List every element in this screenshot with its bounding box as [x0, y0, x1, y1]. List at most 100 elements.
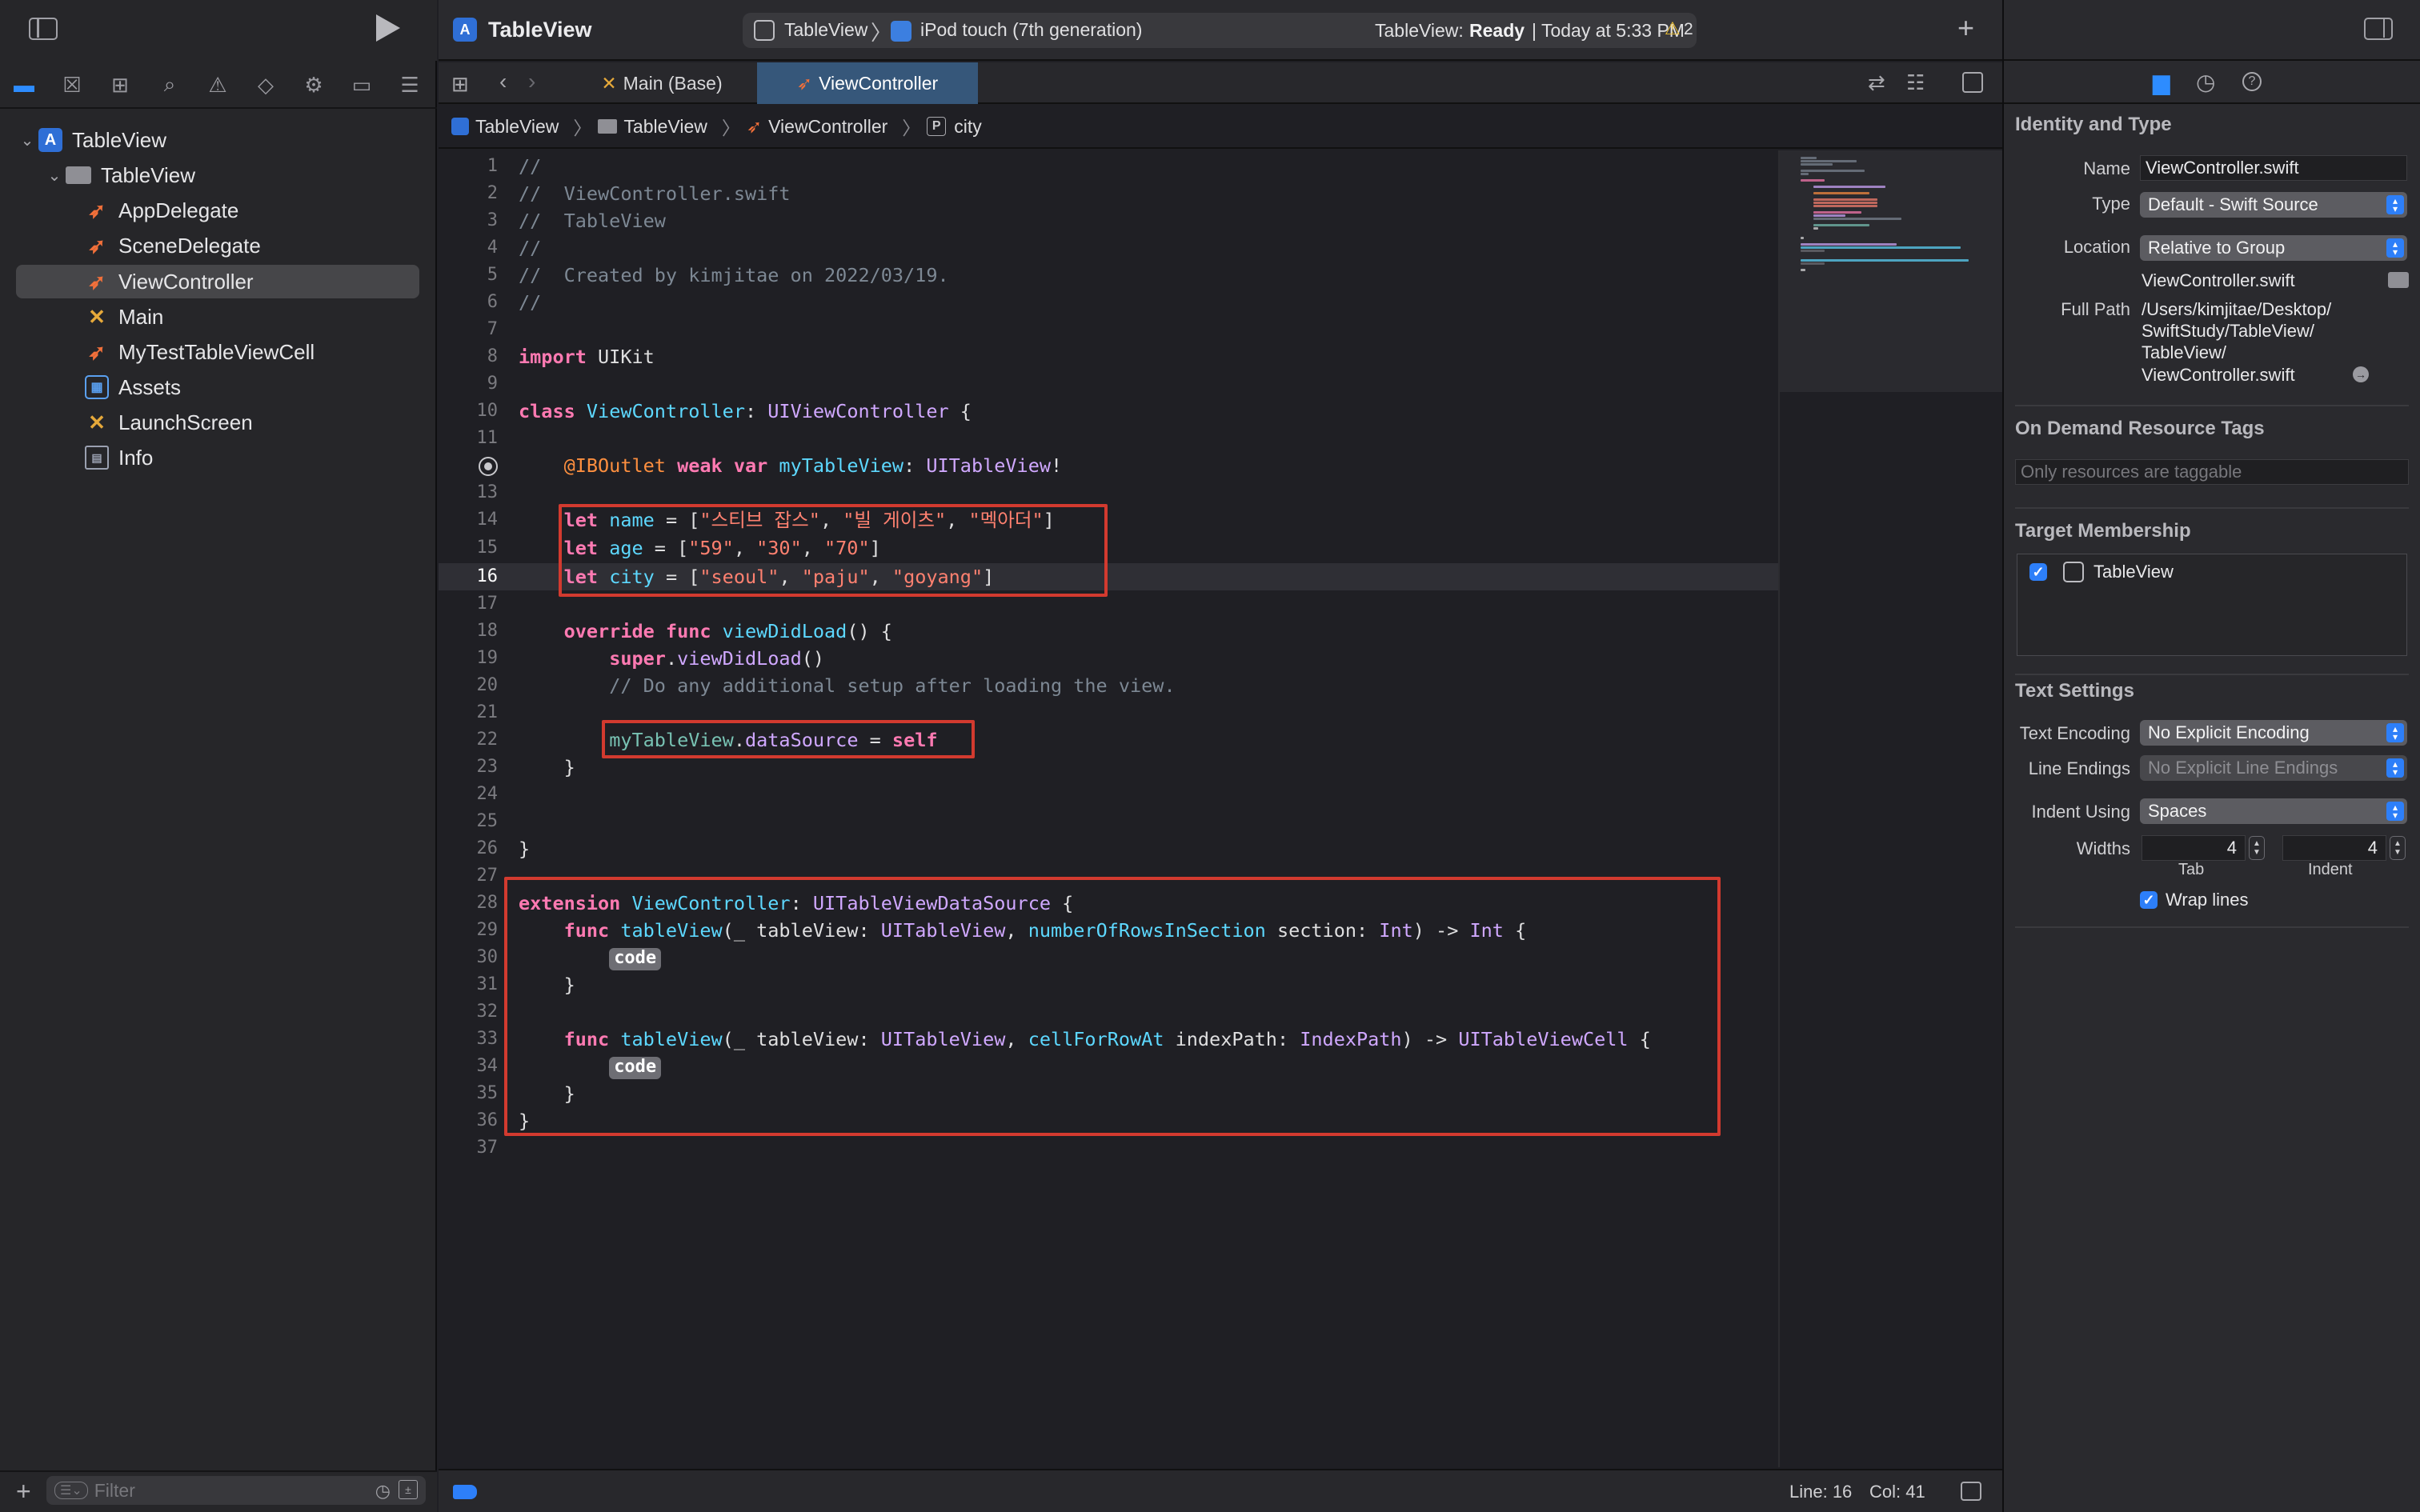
line-number[interactable]: 29	[439, 917, 499, 944]
line-number[interactable]: 28	[439, 890, 499, 917]
name-field[interactable]: ViewController.swift	[2140, 155, 2407, 181]
filter-field[interactable]: ☰⌄ Filter ◷ ±	[46, 1476, 426, 1505]
disclosure-open-icon[interactable]: ⌄	[16, 130, 38, 150]
navigator-item-file[interactable]: ➶ MyTestTableViewCell	[16, 335, 419, 369]
tab-width-stepper[interactable]: ▲ ▼	[2249, 836, 2265, 860]
scm-filter-icon[interactable]: ±	[399, 1480, 418, 1499]
line-number[interactable]: 5	[439, 262, 498, 289]
debug-navigator-icon[interactable]: ⚙	[299, 70, 328, 99]
add-icon[interactable]: +	[16, 1477, 31, 1506]
debug-area-toggle-icon[interactable]	[1961, 1482, 1981, 1501]
history-inspector-clock-icon[interactable]: ◷	[2196, 69, 2215, 95]
line-number[interactable]: 8	[439, 343, 498, 370]
reveal-in-finder-arrow-icon[interactable]: →	[2353, 366, 2369, 382]
line-number[interactable]: 18	[439, 618, 499, 645]
editor-options-icon[interactable]: ☷	[1906, 70, 1925, 95]
scheme-selector[interactable]: TableView	[784, 19, 867, 41]
source-control-icon[interactable]: ☒	[58, 70, 86, 99]
source-editor[interactable]	[519, 150, 1778, 1467]
line-number[interactable]: 36	[439, 1107, 499, 1134]
tab-width-field[interactable]: 4	[2142, 835, 2246, 861]
warning-icon[interactable]: ⚠	[1665, 18, 1681, 39]
line-number[interactable]: 23	[439, 754, 499, 781]
navigator-item-file[interactable]: ✕ Main	[16, 300, 419, 334]
navigator-item-file[interactable]: ➶ AppDelegate	[16, 194, 419, 227]
split-editor-icon[interactable]	[1962, 72, 1983, 93]
choose-folder-icon[interactable]	[2388, 272, 2409, 288]
breadcrumb-file[interactable]: ➶ ViewController	[747, 116, 887, 138]
breadcrumb-symbol[interactable]: P city	[927, 116, 982, 138]
line-number[interactable]: 16	[439, 563, 499, 590]
line-number[interactable]: 26	[439, 835, 499, 862]
line-number[interactable]: 4	[439, 234, 498, 262]
navigator-item-project[interactable]: ⌄ A TableView	[16, 123, 419, 157]
outlet-connected-circle-icon[interactable]	[479, 457, 498, 476]
line-number[interactable]: 1	[439, 153, 498, 180]
project-navigator-folder-icon[interactable]: ▬	[10, 70, 38, 99]
line-number[interactable]: 21	[439, 699, 499, 726]
related-items-swap-icon[interactable]: ⇄	[1868, 70, 1885, 95]
tab-viewcontroller[interactable]: ➶ ViewController	[757, 62, 978, 104]
line-number[interactable]: 13	[439, 479, 499, 506]
quick-help-question-icon[interactable]: ?	[2242, 72, 2262, 91]
navigator-item-file[interactable]: ▦ Assets	[16, 370, 419, 404]
symbol-navigator-icon[interactable]: ⊞	[106, 70, 134, 99]
location-popup[interactable]: Relative to Group ▴ ▾	[2140, 235, 2407, 261]
line-number[interactable]: 15	[439, 534, 499, 562]
line-number[interactable]: 37	[439, 1134, 499, 1162]
line-number[interactable]: 9	[439, 370, 498, 398]
breadcrumb-group[interactable]: TableView	[598, 116, 707, 138]
line-number[interactable]: 27	[439, 862, 499, 890]
indent-width-field[interactable]: 4	[2282, 835, 2386, 861]
filter-options-icon[interactable]: ☰⌄	[54, 1482, 88, 1499]
target-checkbox[interactable]: ✓	[2029, 563, 2047, 581]
forward-chevron-icon[interactable]: ›	[528, 69, 535, 94]
inspector-toggle-icon[interactable]	[2364, 18, 2393, 40]
line-number[interactable]: 24	[439, 781, 499, 808]
navigator-item-group[interactable]: ⌄ TableView	[16, 158, 419, 192]
line-number[interactable]: 2	[439, 180, 498, 207]
line-number[interactable]: 6	[439, 289, 498, 316]
report-navigator-icon[interactable]: ☰	[395, 70, 424, 99]
breakpoints-toggle-icon[interactable]	[453, 1485, 477, 1499]
navigator-item-file[interactable]: ✕ LaunchScreen	[16, 406, 419, 439]
line-number[interactable]: 10	[439, 398, 499, 425]
line-number[interactable]: 11	[439, 425, 499, 452]
sidebar-toggle-icon[interactable]	[29, 18, 58, 40]
line-number[interactable]: 35	[439, 1080, 499, 1107]
device-selector[interactable]: iPod touch (7th generation)	[920, 19, 1142, 41]
text-encoding-popup[interactable]: No Explicit Encoding ▴ ▾	[2140, 720, 2407, 746]
navigator-item-file[interactable]: ▤ Info	[16, 441, 419, 474]
warning-count[interactable]: 2	[1684, 20, 1693, 39]
indent-using-popup[interactable]: Spaces ▴ ▾	[2140, 798, 2407, 824]
line-number[interactable]: 22	[439, 726, 499, 754]
find-navigator-search-icon[interactable]: ⌕	[155, 70, 184, 99]
back-chevron-icon[interactable]: ‹	[499, 69, 507, 94]
file-inspector-doc-icon[interactable]: ▆	[2153, 69, 2170, 95]
indent-width-stepper[interactable]: ▲ ▼	[2390, 836, 2406, 860]
editor-grid-icon[interactable]: ⊞	[451, 72, 469, 97]
line-number[interactable]: 7	[439, 316, 498, 343]
navigator-item-file-selected[interactable]: ➶ ViewController	[16, 265, 419, 298]
navigator-item-file[interactable]: ➶ SceneDelegate	[16, 229, 419, 262]
line-number[interactable]: 30	[439, 944, 499, 971]
line-number[interactable]: 3	[439, 207, 498, 234]
test-navigator-icon[interactable]: ◇	[251, 70, 280, 99]
line-endings-popup[interactable]: No Explicit Line Endings ▴ ▾	[2140, 755, 2407, 781]
breakpoint-navigator-icon[interactable]: ▭	[347, 70, 376, 99]
disclosure-open-icon[interactable]: ⌄	[43, 166, 66, 186]
line-number[interactable]: 25	[439, 808, 499, 835]
line-number[interactable]: 14	[439, 506, 499, 534]
run-button[interactable]	[376, 14, 400, 42]
line-number[interactable]: 20	[439, 672, 499, 699]
line-number[interactable]: 34	[439, 1053, 499, 1080]
line-number[interactable]: 31	[439, 971, 499, 998]
line-number[interactable]: 33	[439, 1026, 499, 1053]
line-number[interactable]: 17	[439, 590, 499, 618]
issue-navigator-warning-icon[interactable]: ⚠	[203, 70, 232, 99]
tab-main-base[interactable]: ✕ Main (Base)	[567, 62, 757, 104]
breadcrumb-project[interactable]: TableView	[451, 116, 559, 138]
line-number[interactable]: 19	[439, 645, 499, 672]
recent-files-clock-icon[interactable]: ◷	[375, 1481, 391, 1502]
library-add-icon[interactable]: +	[1957, 11, 1974, 45]
